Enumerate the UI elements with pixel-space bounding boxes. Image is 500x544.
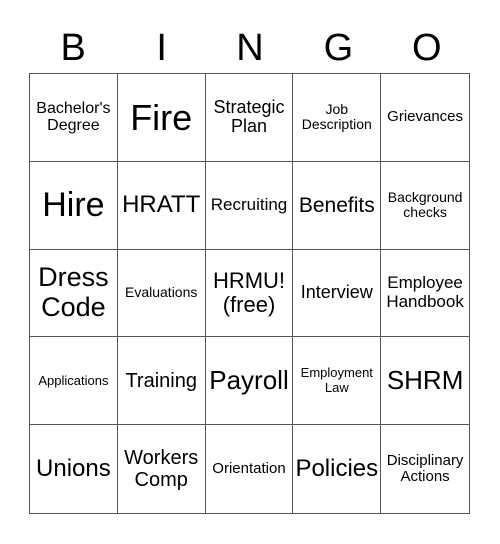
bingo-cell[interactable]: Dress Code xyxy=(30,249,118,338)
bingo-cell[interactable]: Training xyxy=(117,337,206,426)
bingo-cell[interactable]: Evaluations xyxy=(117,249,206,338)
bingo-cell[interactable]: Recruiting xyxy=(205,161,294,250)
bingo-cell-label: Evaluations xyxy=(125,284,198,301)
bingo-cell-label: Background checks xyxy=(387,188,463,221)
bingo-cell[interactable]: Policies xyxy=(293,425,382,513)
bingo-cell-label: Policies xyxy=(295,454,379,482)
bingo-cell[interactable]: Payroll xyxy=(205,337,294,426)
bingo-cell-label: Bachelor's Degree xyxy=(36,99,111,135)
bingo-cell-label: Grievances xyxy=(387,108,464,126)
bingo-cell[interactable]: Strategic Plan xyxy=(205,74,294,162)
bingo-grid: Bachelor's Degree Fire Strategic Plan Job D… xyxy=(29,73,470,514)
bingo-cell-label: Dress Code xyxy=(38,262,109,322)
bingo-cell[interactable]: Interview xyxy=(293,249,382,338)
bingo-cell[interactable]: Background checks xyxy=(381,162,469,250)
bingo-cell[interactable]: Employment Law xyxy=(293,337,382,426)
bingo-cell[interactable]: Disciplinary Actions xyxy=(381,425,469,513)
bingo-cell-label: Payroll xyxy=(209,365,289,396)
bingo-header: B I N G O xyxy=(29,24,471,72)
bingo-cell-label: HRATT xyxy=(122,191,201,218)
header-letter-n: N xyxy=(236,27,264,69)
bingo-cell-label: Interview xyxy=(300,282,373,303)
bingo-cell-label: Job Description xyxy=(301,101,372,133)
bingo-cell[interactable]: Bachelor's Degree xyxy=(30,74,118,162)
bingo-cell-label: Recruiting xyxy=(210,194,288,214)
bingo-cell[interactable]: Employee Handbook xyxy=(381,250,469,338)
bingo-cell-label: Disciplinary Actions xyxy=(386,451,464,486)
bingo-cell-label: Unions xyxy=(36,454,111,482)
bingo-cell[interactable]: SHRM xyxy=(381,337,469,426)
bingo-cell-label: Employee Handbook xyxy=(386,273,464,311)
bingo-cell-label: Benefits xyxy=(298,193,375,217)
header-letter-g: G xyxy=(323,27,354,69)
bingo-cell[interactable]: Job Description xyxy=(293,74,382,162)
header-letter-b: B xyxy=(60,27,86,69)
bingo-cell-label: Applications xyxy=(38,372,109,388)
bingo-cell[interactable]: Applications xyxy=(30,337,118,426)
bingo-cell[interactable]: Unions xyxy=(30,425,118,513)
bingo-cell-label: Hire xyxy=(42,185,105,224)
bingo-cell[interactable]: Workers Comp xyxy=(118,425,206,513)
bingo-cell-label: Training xyxy=(125,369,197,392)
bingo-cell-label: Workers Comp xyxy=(124,447,199,492)
header-letter-o: O xyxy=(412,27,442,69)
bingo-cell-label: HRMU! (free) xyxy=(212,267,286,317)
bingo-cell[interactable]: Orientation xyxy=(206,425,294,513)
bingo-cell-label: Strategic Plan xyxy=(213,96,285,137)
bingo-cell-label: Orientation xyxy=(212,459,286,477)
bingo-cell-label: Fire xyxy=(130,96,193,138)
bingo-cell[interactable]: HRATT xyxy=(117,161,206,250)
bingo-cell-label: SHRM xyxy=(386,365,464,396)
bingo-cell[interactable]: HRMU! (free) xyxy=(205,249,294,338)
bingo-cell[interactable]: Hire xyxy=(30,161,118,250)
header-letter-i: I xyxy=(156,27,167,69)
bingo-cell[interactable]: Grievances xyxy=(381,74,469,162)
bingo-cell[interactable]: Fire xyxy=(117,74,206,162)
bingo-cell-label: Employment Law xyxy=(300,365,373,395)
bingo-cell[interactable]: Benefits xyxy=(293,161,382,250)
